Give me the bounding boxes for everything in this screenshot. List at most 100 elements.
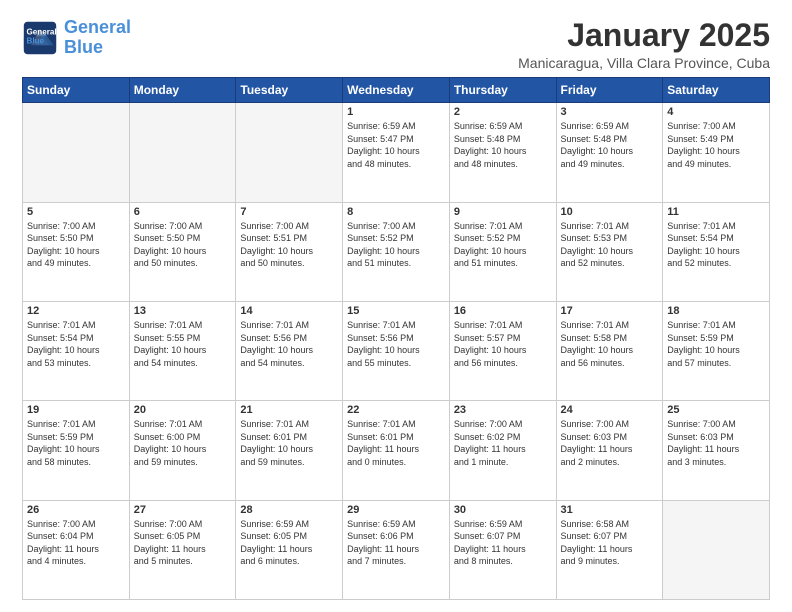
day-info: Sunrise: 6:59 AM Sunset: 5:48 PM Dayligh… bbox=[561, 120, 659, 170]
day-number: 14 bbox=[240, 305, 338, 317]
calendar-table: SundayMondayTuesdayWednesdayThursdayFrid… bbox=[22, 77, 770, 600]
calendar-cell: 26 Sunrise: 7:00 AM Sunset: 6:04 PM Dayli… bbox=[23, 500, 130, 599]
day-info: Sunrise: 7:01 AM Sunset: 5:59 PM Dayligh… bbox=[667, 319, 765, 369]
calendar-cell: 17Sunrise: 7:01 AM Sunset: 5:58 PM Dayli… bbox=[556, 301, 663, 400]
day-number: 24 bbox=[561, 404, 659, 416]
day-number: 25 bbox=[667, 404, 765, 416]
day-number: 26 bbox=[27, 504, 125, 516]
calendar-cell: 4Sunrise: 7:00 AM Sunset: 5:49 PM Daylig… bbox=[663, 103, 770, 202]
calendar-cell: 6Sunrise: 7:00 AM Sunset: 5:50 PM Daylig… bbox=[129, 202, 236, 301]
day-info: Sunrise: 7:01 AM Sunset: 5:56 PM Dayligh… bbox=[347, 319, 445, 369]
day-number: 19 bbox=[27, 404, 125, 416]
calendar-cell: 25 Sunrise: 7:00 AM Sunset: 6:03 PM Dayli… bbox=[663, 401, 770, 500]
logo-general: General bbox=[64, 17, 131, 37]
day-info: Sunrise: 6:59 AM Sunset: 6:05 PM Dayligh… bbox=[240, 518, 338, 568]
calendar-cell: 31Sunrise: 6:58 AM Sunset: 6:07 PM Dayli… bbox=[556, 500, 663, 599]
calendar-cell: 20 Sunrise: 7:01 AM Sunset: 6:00 PM Dayli… bbox=[129, 401, 236, 500]
calendar-cell: 5 Sunrise: 7:00 AM Sunset: 5:50 PM Daylig… bbox=[23, 202, 130, 301]
day-info: Sunrise: 6:59 AM Sunset: 5:47 PM Dayligh… bbox=[347, 120, 445, 170]
calendar-cell: 27Sunrise: 7:00 AM Sunset: 6:05 PM Dayli… bbox=[129, 500, 236, 599]
day-info: Sunrise: 7:00 AM Sunset: 5:50 PM Dayligh… bbox=[134, 220, 232, 270]
calendar-cell: 30Sunrise: 6:59 AM Sunset: 6:07 PM Dayli… bbox=[449, 500, 556, 599]
day-number: 21 bbox=[240, 404, 338, 416]
svg-text:General: General bbox=[27, 27, 57, 36]
calendar-week-row: 5 Sunrise: 7:00 AM Sunset: 5:50 PM Daylig… bbox=[23, 202, 770, 301]
calendar-cell: 29 Sunrise: 6:59 AM Sunset: 6:06 PM Dayli… bbox=[343, 500, 450, 599]
svg-text:Blue: Blue bbox=[27, 36, 45, 45]
month-title: January 2025 bbox=[518, 18, 770, 53]
calendar-cell: 7 Sunrise: 7:00 AM Sunset: 5:51 PM Daylig… bbox=[236, 202, 343, 301]
calendar-day-header: Tuesday bbox=[236, 78, 343, 103]
day-number: 2 bbox=[454, 106, 552, 118]
calendar-cell: 1Sunrise: 6:59 AM Sunset: 5:47 PM Daylig… bbox=[343, 103, 450, 202]
day-info: Sunrise: 7:01 AM Sunset: 6:00 PM Dayligh… bbox=[134, 418, 232, 468]
day-number: 5 bbox=[27, 206, 125, 218]
day-number: 9 bbox=[454, 206, 552, 218]
day-number: 28 bbox=[240, 504, 338, 516]
day-info: Sunrise: 7:01 AM Sunset: 5:56 PM Dayligh… bbox=[240, 319, 338, 369]
logo-text: General Blue bbox=[64, 18, 131, 58]
day-info: Sunrise: 7:01 AM Sunset: 5:58 PM Dayligh… bbox=[561, 319, 659, 369]
header: General Blue General Blue January 2025 M… bbox=[22, 18, 770, 71]
day-number: 12 bbox=[27, 305, 125, 317]
calendar-cell: 22 Sunrise: 7:01 AM Sunset: 6:01 PM Dayli… bbox=[343, 401, 450, 500]
day-info: Sunrise: 7:00 AM Sunset: 5:50 PM Dayligh… bbox=[27, 220, 125, 270]
calendar-week-row: 26 Sunrise: 7:00 AM Sunset: 6:04 PM Dayli… bbox=[23, 500, 770, 599]
calendar-cell: 28 Sunrise: 6:59 AM Sunset: 6:05 PM Dayli… bbox=[236, 500, 343, 599]
day-info: Sunrise: 6:59 AM Sunset: 6:07 PM Dayligh… bbox=[454, 518, 552, 568]
day-info: Sunrise: 7:01 AM Sunset: 5:59 PM Dayligh… bbox=[27, 418, 125, 468]
calendar-day-header: Sunday bbox=[23, 78, 130, 103]
calendar-day-header: Wednesday bbox=[343, 78, 450, 103]
day-info: Sunrise: 7:01 AM Sunset: 6:01 PM Dayligh… bbox=[347, 418, 445, 468]
day-info: Sunrise: 7:00 AM Sunset: 6:05 PM Dayligh… bbox=[134, 518, 232, 568]
calendar-cell: 18 Sunrise: 7:01 AM Sunset: 5:59 PM Dayli… bbox=[663, 301, 770, 400]
day-info: Sunrise: 7:01 AM Sunset: 5:54 PM Dayligh… bbox=[667, 220, 765, 270]
calendar-cell bbox=[236, 103, 343, 202]
day-number: 3 bbox=[561, 106, 659, 118]
day-number: 16 bbox=[454, 305, 552, 317]
day-number: 11 bbox=[667, 206, 765, 218]
day-number: 22 bbox=[347, 404, 445, 416]
day-number: 18 bbox=[667, 305, 765, 317]
calendar-day-header: Thursday bbox=[449, 78, 556, 103]
day-info: Sunrise: 7:01 AM Sunset: 5:55 PM Dayligh… bbox=[134, 319, 232, 369]
calendar-cell: 15Sunrise: 7:01 AM Sunset: 5:56 PM Dayli… bbox=[343, 301, 450, 400]
calendar-cell bbox=[23, 103, 130, 202]
calendar-cell: 14 Sunrise: 7:01 AM Sunset: 5:56 PM Dayli… bbox=[236, 301, 343, 400]
day-info: Sunrise: 7:01 AM Sunset: 5:57 PM Dayligh… bbox=[454, 319, 552, 369]
calendar-day-header: Monday bbox=[129, 78, 236, 103]
calendar-cell: 2Sunrise: 6:59 AM Sunset: 5:48 PM Daylig… bbox=[449, 103, 556, 202]
page: General Blue General Blue January 2025 M… bbox=[0, 0, 792, 612]
calendar-cell: 12 Sunrise: 7:01 AM Sunset: 5:54 PM Dayli… bbox=[23, 301, 130, 400]
day-info: Sunrise: 7:01 AM Sunset: 5:52 PM Dayligh… bbox=[454, 220, 552, 270]
calendar-header-row: SundayMondayTuesdayWednesdayThursdayFrid… bbox=[23, 78, 770, 103]
day-info: Sunrise: 6:58 AM Sunset: 6:07 PM Dayligh… bbox=[561, 518, 659, 568]
calendar-cell: 19 Sunrise: 7:01 AM Sunset: 5:59 PM Dayli… bbox=[23, 401, 130, 500]
calendar-cell: 3 Sunrise: 6:59 AM Sunset: 5:48 PM Daylig… bbox=[556, 103, 663, 202]
calendar-cell: 21Sunrise: 7:01 AM Sunset: 6:01 PM Dayli… bbox=[236, 401, 343, 500]
day-number: 20 bbox=[134, 404, 232, 416]
day-info: Sunrise: 7:00 AM Sunset: 5:52 PM Dayligh… bbox=[347, 220, 445, 270]
calendar-week-row: 12 Sunrise: 7:01 AM Sunset: 5:54 PM Dayli… bbox=[23, 301, 770, 400]
day-number: 10 bbox=[561, 206, 659, 218]
day-info: Sunrise: 7:01 AM Sunset: 5:53 PM Dayligh… bbox=[561, 220, 659, 270]
location-title: Manicaragua, Villa Clara Province, Cuba bbox=[518, 55, 770, 71]
title-block: January 2025 Manicaragua, Villa Clara Pr… bbox=[518, 18, 770, 71]
day-info: Sunrise: 7:00 AM Sunset: 6:03 PM Dayligh… bbox=[667, 418, 765, 468]
day-info: Sunrise: 7:00 AM Sunset: 6:02 PM Dayligh… bbox=[454, 418, 552, 468]
calendar-cell: 10 Sunrise: 7:01 AM Sunset: 5:53 PM Dayli… bbox=[556, 202, 663, 301]
calendar-cell: 11 Sunrise: 7:01 AM Sunset: 5:54 PM Dayli… bbox=[663, 202, 770, 301]
day-number: 23 bbox=[454, 404, 552, 416]
logo-blue: Blue bbox=[64, 37, 103, 57]
logo-icon: General Blue bbox=[22, 20, 58, 56]
day-number: 29 bbox=[347, 504, 445, 516]
calendar-day-header: Saturday bbox=[663, 78, 770, 103]
day-info: Sunrise: 7:01 AM Sunset: 5:54 PM Dayligh… bbox=[27, 319, 125, 369]
day-number: 7 bbox=[240, 206, 338, 218]
calendar-cell: 24Sunrise: 7:00 AM Sunset: 6:03 PM Dayli… bbox=[556, 401, 663, 500]
day-number: 4 bbox=[667, 106, 765, 118]
day-number: 8 bbox=[347, 206, 445, 218]
day-info: Sunrise: 6:59 AM Sunset: 6:06 PM Dayligh… bbox=[347, 518, 445, 568]
day-info: Sunrise: 7:00 AM Sunset: 5:51 PM Dayligh… bbox=[240, 220, 338, 270]
day-info: Sunrise: 7:00 AM Sunset: 6:04 PM Dayligh… bbox=[27, 518, 125, 568]
